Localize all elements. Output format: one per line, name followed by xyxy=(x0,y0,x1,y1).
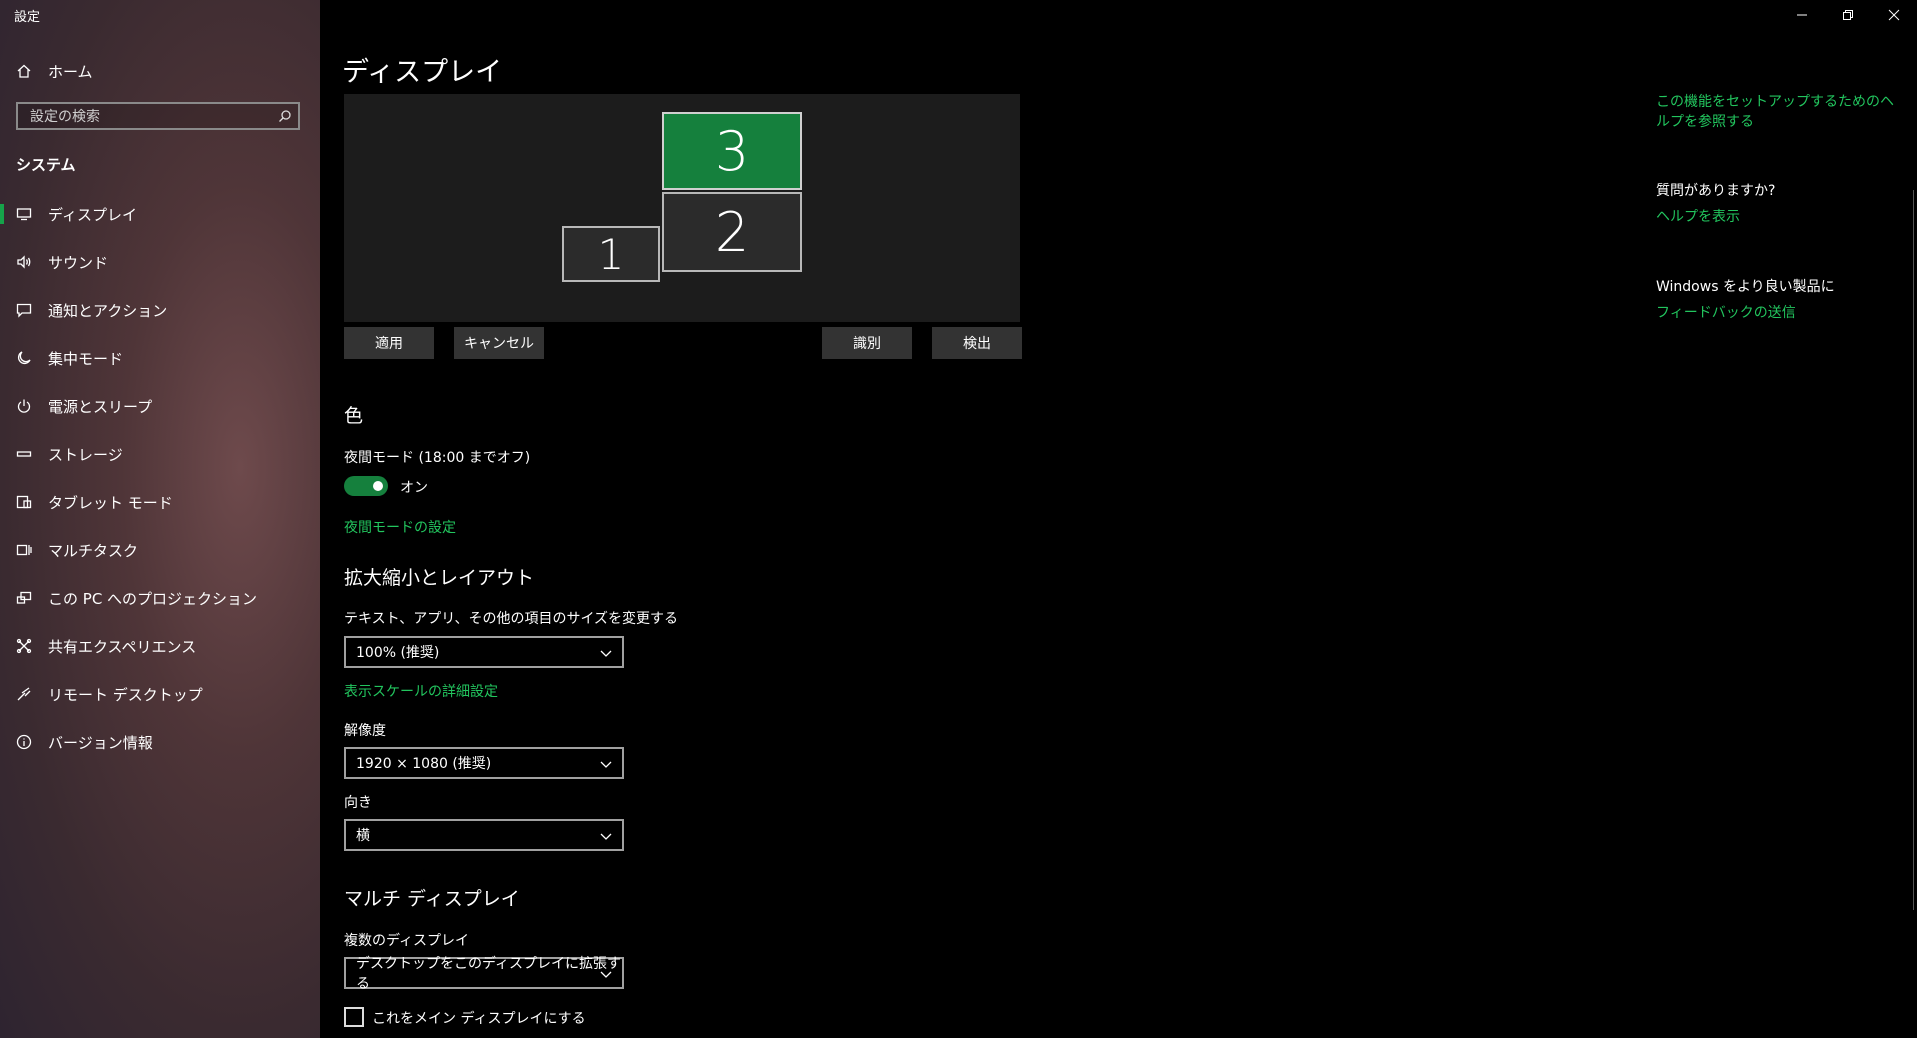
monitor-arrangement: 1 2 3 xyxy=(344,94,1020,322)
multitask-icon xyxy=(16,542,32,558)
sidebar: 設定 ホーム システム ディスプレイ サウンド 通知とアクション 集中モード xyxy=(0,0,320,1038)
home-icon xyxy=(16,63,32,79)
info-icon xyxy=(16,734,32,750)
sidebar-item-notifications[interactable]: 通知とアクション xyxy=(0,286,320,334)
scale-value: 100% (推奨) xyxy=(356,645,440,661)
sidebar-item-label: バージョン情報 xyxy=(48,733,153,752)
sidebar-item-label: マルチタスク xyxy=(48,541,139,560)
get-help-link[interactable]: ヘルプを表示 xyxy=(1656,207,1896,227)
sidebar-item-label: ストレージ xyxy=(48,445,123,464)
sidebar-item-label: ディスプレイ xyxy=(48,205,137,224)
size-label: テキスト、アプリ、その他の項目のサイズを変更する xyxy=(344,611,679,627)
monitor-number: 3 xyxy=(714,119,750,183)
sidebar-item-label: 通知とアクション xyxy=(48,301,168,320)
app-title: 設定 xyxy=(14,10,41,25)
chevron-down-icon xyxy=(600,830,612,846)
feedback-link[interactable]: フィードバックの送信 xyxy=(1656,303,1896,323)
question-heading: 質問がありますか? xyxy=(1656,183,1776,199)
restore-icon xyxy=(1842,6,1854,25)
home-link[interactable]: ホーム xyxy=(16,58,93,84)
orientation-value: 横 xyxy=(356,828,370,844)
search-icon[interactable] xyxy=(278,108,292,127)
sidebar-item-shared[interactable]: 共有エクスペリエンス xyxy=(0,622,320,670)
notification-icon xyxy=(16,302,32,318)
page-title: ディスプレイ xyxy=(342,57,503,88)
scrollbar[interactable] xyxy=(1913,190,1914,910)
main-display-label: これをメイン ディスプレイにする xyxy=(372,1011,586,1027)
main-display-checkbox[interactable] xyxy=(344,1007,364,1027)
sidebar-item-display[interactable]: ディスプレイ xyxy=(0,190,320,238)
system-nav: ディスプレイ サウンド 通知とアクション 集中モード 電源とスリープ ストレージ… xyxy=(0,190,320,766)
scale-heading: 拡大縮小とレイアウト xyxy=(344,567,535,589)
multi-display-heading: マルチ ディスプレイ xyxy=(344,888,520,910)
setup-help-link[interactable]: この機能をセットアップするためのヘルプを参照する xyxy=(1656,92,1896,132)
restore-button[interactable] xyxy=(1825,0,1871,30)
resolution-select[interactable]: 1920 × 1080 (推奨) xyxy=(344,747,624,779)
night-mode-state: オン xyxy=(400,480,428,496)
sidebar-item-label: 電源とスリープ xyxy=(48,397,153,416)
moon-icon xyxy=(16,350,32,366)
orientation-select[interactable]: 横 xyxy=(344,819,624,851)
night-mode-toggle[interactable] xyxy=(344,476,388,496)
resolution-value: 1920 × 1080 (推奨) xyxy=(356,756,492,772)
sidebar-item-label: サウンド xyxy=(48,253,109,272)
resolution-label: 解像度 xyxy=(344,723,386,739)
chevron-down-icon xyxy=(600,758,612,774)
sidebar-item-sound[interactable]: サウンド xyxy=(0,238,320,286)
sidebar-item-remote[interactable]: リモート デスクトップ xyxy=(0,670,320,718)
sidebar-item-label: この PC へのプロジェクション xyxy=(48,589,258,608)
sidebar-item-tablet[interactable]: タブレット モード xyxy=(0,478,320,526)
monitor-number: 2 xyxy=(714,200,750,264)
monitor-1[interactable]: 1 xyxy=(562,226,660,282)
sidebar-item-label: リモート デスクトップ xyxy=(48,685,203,704)
scale-select[interactable]: 100% (推奨) xyxy=(344,636,624,668)
projection-icon xyxy=(16,590,32,606)
night-mode-label: 夜間モード (18:00 までオフ) xyxy=(344,450,531,466)
sidebar-item-projection[interactable]: この PC へのプロジェクション xyxy=(0,574,320,622)
tablet-icon xyxy=(16,494,32,510)
sidebar-item-label: タブレット モード xyxy=(48,493,173,512)
advanced-scaling-link[interactable]: 表示スケールの詳細設定 xyxy=(344,681,498,701)
multi-display-value: デスクトップをこのディスプレイに拡張する xyxy=(356,956,622,992)
monitor-number: 1 xyxy=(597,229,625,279)
sidebar-item-multitask[interactable]: マルチタスク xyxy=(0,526,320,574)
sidebar-item-focus[interactable]: 集中モード xyxy=(0,334,320,382)
sidebar-item-about[interactable]: バージョン情報 xyxy=(0,718,320,766)
color-heading: 色 xyxy=(344,405,364,427)
sidebar-item-power[interactable]: 電源とスリープ xyxy=(0,382,320,430)
feedback-heading: Windows をより良い製品に xyxy=(1656,279,1835,295)
chevron-down-icon xyxy=(600,647,612,663)
night-mode-settings-link[interactable]: 夜間モードの設定 xyxy=(344,517,456,537)
home-label: ホーム xyxy=(48,62,93,81)
orientation-label: 向き xyxy=(344,795,372,811)
remote-icon xyxy=(16,686,32,702)
close-button[interactable] xyxy=(1871,0,1917,30)
multi-display-select[interactable]: デスクトップをこのディスプレイに拡張する xyxy=(344,956,624,992)
close-icon xyxy=(1888,6,1900,25)
window-controls xyxy=(1779,0,1917,30)
identify-button[interactable]: 識別 xyxy=(822,327,912,359)
speaker-icon xyxy=(16,254,32,270)
display-icon xyxy=(16,206,32,222)
multi-display-label: 複数のディスプレイ xyxy=(344,933,470,949)
sidebar-item-label: 集中モード xyxy=(48,349,124,368)
minimize-button[interactable] xyxy=(1779,0,1825,30)
system-heading: システム xyxy=(16,156,76,174)
minimize-icon xyxy=(1796,6,1808,25)
power-icon xyxy=(16,398,32,414)
sidebar-item-storage[interactable]: ストレージ xyxy=(0,430,320,478)
sidebar-item-label: 共有エクスペリエンス xyxy=(48,637,197,656)
monitor-3[interactable]: 3 xyxy=(662,112,802,190)
monitor-2[interactable]: 2 xyxy=(662,192,802,272)
storage-icon xyxy=(16,446,32,462)
chevron-down-icon xyxy=(600,968,612,984)
cancel-button[interactable]: キャンセル xyxy=(454,327,544,359)
detect-button[interactable]: 検出 xyxy=(932,327,1022,359)
search-input[interactable] xyxy=(28,104,272,130)
search-box[interactable] xyxy=(16,102,300,130)
apply-button[interactable]: 適用 xyxy=(344,327,434,359)
share-icon xyxy=(16,638,32,654)
